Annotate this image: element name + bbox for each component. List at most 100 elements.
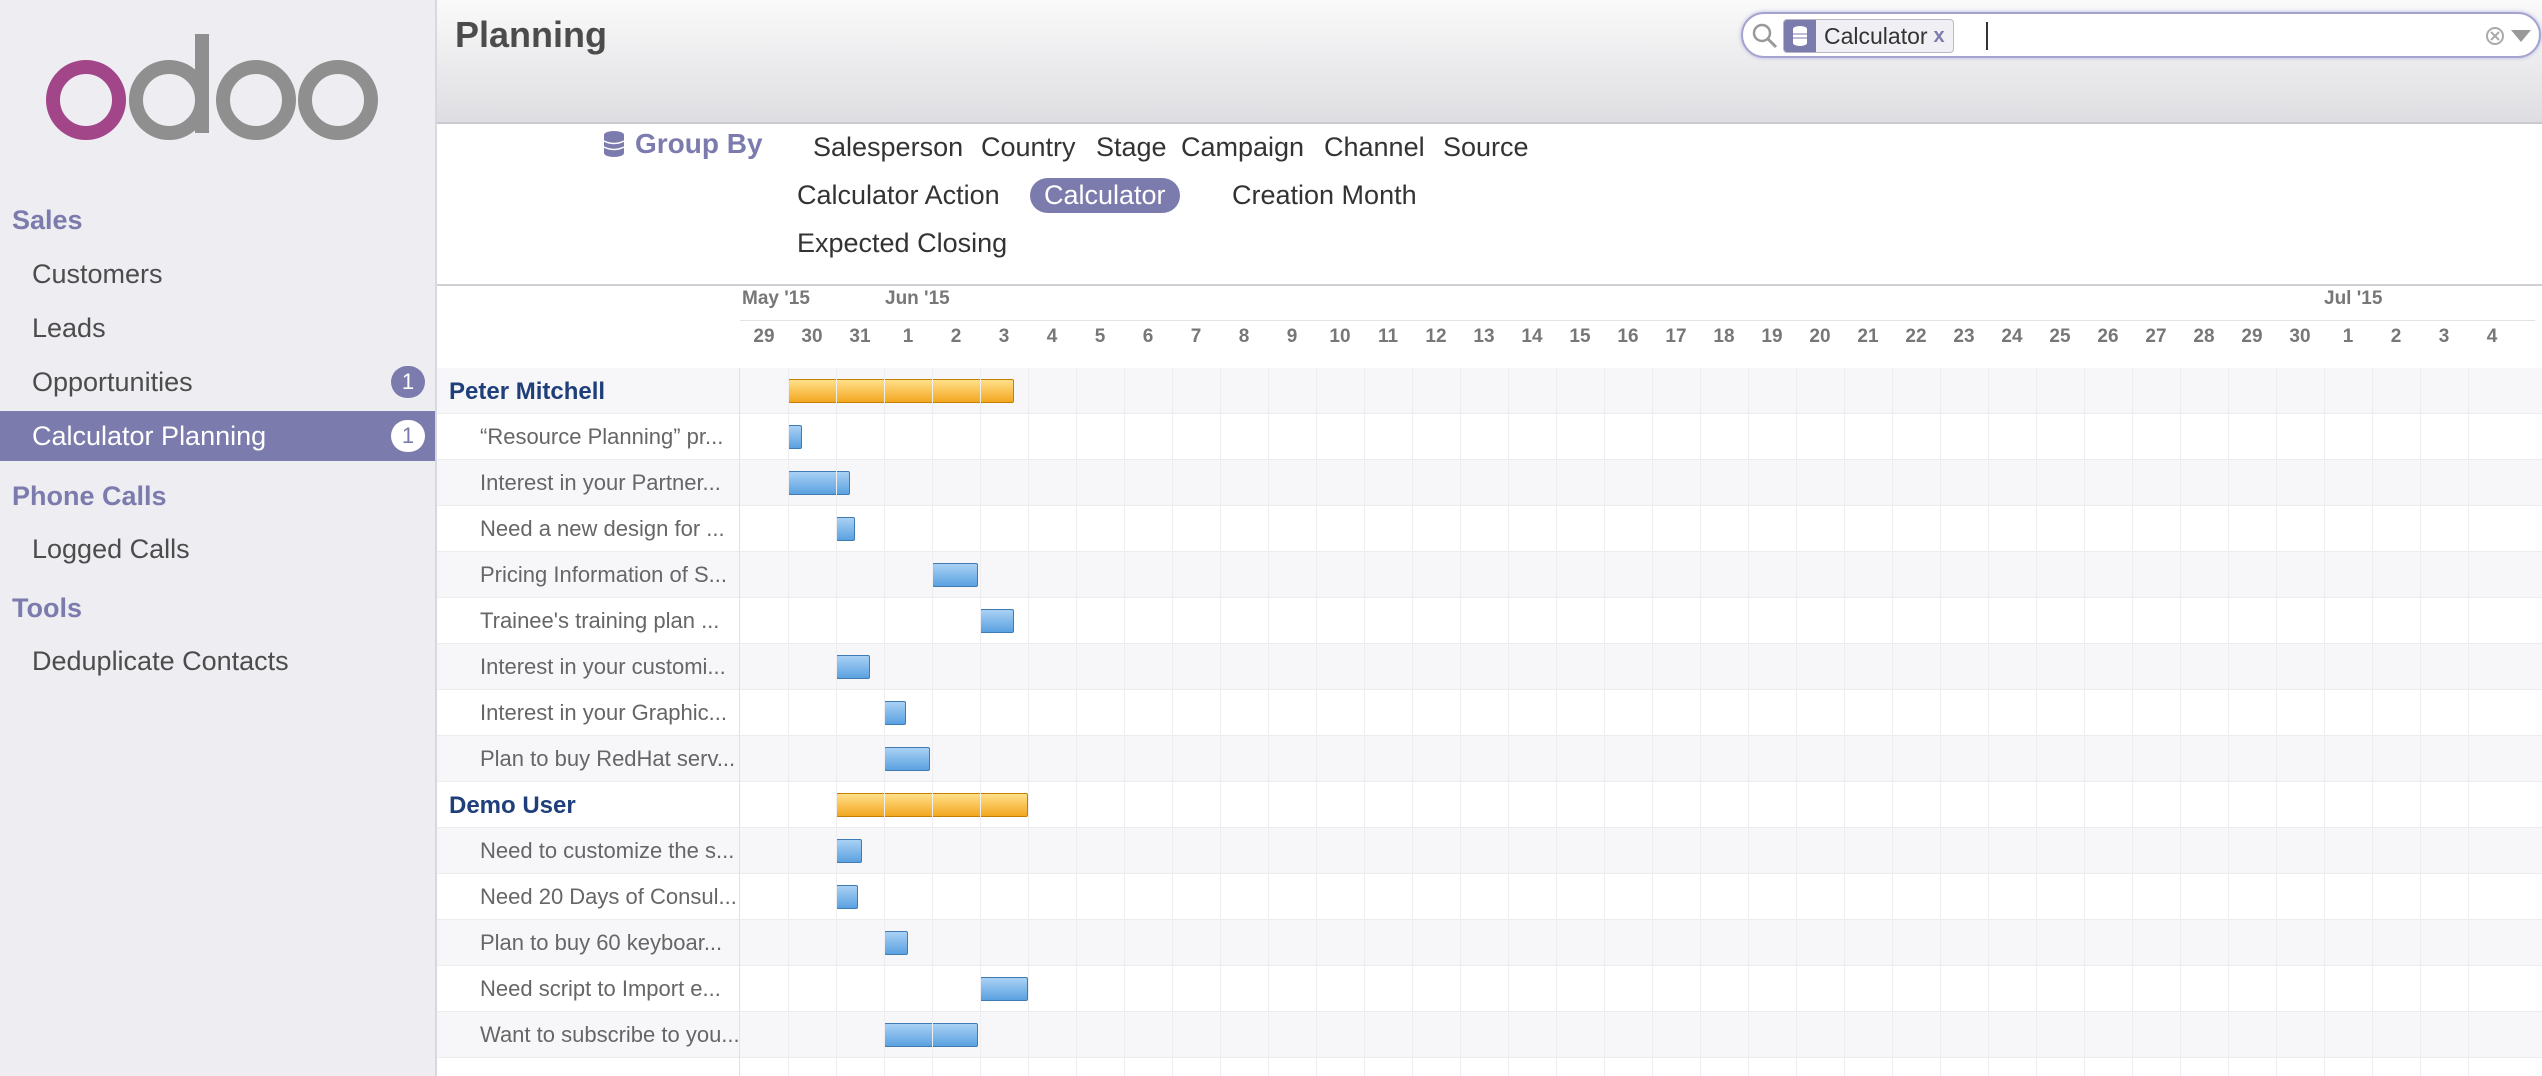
group-by-creation-month[interactable]: Creation Month	[1232, 180, 1417, 211]
grid-line	[2276, 368, 2277, 1076]
group-by-stage[interactable]: Stage	[1096, 132, 1167, 163]
sidebar-item-leads[interactable]: Leads	[0, 303, 435, 353]
gantt-task-row[interactable]: Interest in your Graphic...	[437, 690, 2542, 736]
grid-line	[1556, 368, 1557, 1076]
gantt-task-row[interactable]: Need script to Import e...	[437, 966, 2542, 1012]
sidebar-item-label: Customers	[32, 258, 163, 289]
day-label: 7	[1190, 326, 1202, 347]
group-by-panel: Group By Salesperson Country Stage Campa…	[437, 124, 2542, 286]
gantt-task-row[interactable]: Interest in your Partner...	[437, 460, 2542, 506]
grid-line	[1604, 368, 1605, 1076]
task-bar[interactable]	[788, 471, 851, 495]
sidebar-item-deduplicate-contacts[interactable]: Deduplicate Contacts	[0, 636, 435, 686]
group-label[interactable]: Demo User	[449, 792, 707, 820]
day-label: 4	[1046, 326, 1058, 347]
sidebar-item-logged-calls[interactable]: Logged Calls	[0, 524, 435, 574]
chevron-down-icon[interactable]	[2511, 30, 2531, 42]
gantt-task-row[interactable]: Plan to buy RedHat serv...	[437, 736, 2542, 782]
grid-line	[1748, 368, 1749, 1076]
odoo-logo[interactable]	[46, 34, 386, 149]
group-label[interactable]: Peter Mitchell	[449, 378, 707, 406]
task-label[interactable]: Interest in your Partner...	[480, 470, 738, 496]
day-label: 30	[2289, 326, 2311, 347]
page-title: Planning	[455, 14, 607, 55]
sidebar-section-tools: Tools	[12, 593, 82, 623]
gantt-task-row[interactable]: Trainee's training plan ...	[437, 598, 2542, 644]
search-input[interactable]: Calculator x	[1741, 12, 2541, 58]
task-label[interactable]: Interest in your Graphic...	[480, 700, 738, 726]
grid-line	[1940, 368, 1941, 1076]
day-label: 15	[1569, 326, 1591, 347]
gantt-task-row[interactable]: “Resource Planning” pr...	[437, 414, 2542, 460]
group-by-calculator-action[interactable]: Calculator Action	[797, 180, 1000, 211]
grid-line	[1076, 368, 1077, 1076]
grid-line	[2132, 368, 2133, 1076]
group-by-source[interactable]: Source	[1443, 132, 1529, 163]
task-label[interactable]: Pricing Information of S...	[480, 562, 738, 588]
grid-line	[1028, 368, 1029, 1076]
sidebar-item-customers[interactable]: Customers	[0, 249, 435, 299]
task-bar[interactable]	[932, 563, 978, 587]
gantt-task-row[interactable]: Want to subscribe to you...	[437, 1012, 2542, 1058]
task-bar[interactable]	[980, 977, 1028, 1001]
month-label: Jul '15	[2324, 288, 2383, 309]
day-label: 3	[998, 326, 1010, 347]
group-by-calculator[interactable]: Calculator	[1030, 178, 1180, 213]
group-by-country[interactable]: Country	[981, 132, 1076, 163]
task-bar[interactable]	[884, 747, 930, 771]
sidebar-item-label: Calculator Planning	[32, 420, 267, 451]
group-by-channel[interactable]: Channel	[1324, 132, 1425, 163]
day-label: 2	[2390, 326, 2402, 347]
task-label[interactable]: Need a new design for ...	[480, 516, 738, 542]
facet-remove-button[interactable]: x	[1934, 25, 1953, 48]
sidebar-section-phone-calls: Phone Calls	[12, 481, 167, 511]
task-bar[interactable]	[884, 1023, 978, 1047]
gantt-task-row[interactable]: Pricing Information of S...	[437, 552, 2542, 598]
task-label[interactable]: Need script to Import e...	[480, 976, 738, 1002]
gantt-group-row[interactable]: Demo User	[437, 782, 2542, 828]
grid-line	[1268, 368, 1269, 1076]
grid-line	[1364, 368, 1365, 1076]
task-bar[interactable]	[980, 609, 1014, 633]
grid-line	[2372, 368, 2373, 1076]
task-label[interactable]: Trainee's training plan ...	[480, 608, 738, 634]
group-by-salesperson[interactable]: Salesperson	[813, 132, 963, 163]
month-label: Jun '15	[885, 288, 950, 309]
day-label: 2	[950, 326, 962, 347]
sidebar-item-label: Deduplicate Contacts	[32, 645, 289, 676]
sidebar-item-opportunities[interactable]: Opportunities 1	[0, 357, 435, 407]
facet-value: Calculator	[1824, 22, 1928, 49]
task-label[interactable]: Plan to buy RedHat serv...	[480, 746, 738, 772]
task-label[interactable]: Interest in your customi...	[480, 654, 738, 680]
gantt-task-row[interactable]: Need a new design for ...	[437, 506, 2542, 552]
task-label[interactable]: Need 20 Days of Consul...	[480, 884, 738, 910]
task-bar[interactable]	[788, 425, 803, 449]
task-bar[interactable]	[836, 655, 870, 679]
task-label[interactable]: Plan to buy 60 keyboar...	[480, 930, 738, 956]
task-label[interactable]: “Resource Planning” pr...	[480, 424, 738, 450]
day-label: 29	[753, 326, 775, 347]
day-label: 3	[2438, 326, 2450, 347]
sidebar-item-label: Leads	[32, 312, 106, 343]
group-by-expected-closing[interactable]: Expected Closing	[797, 228, 1007, 259]
task-label[interactable]: Need to customize the s...	[480, 838, 738, 864]
gantt-task-row[interactable]: Plan to buy 60 keyboar...	[437, 920, 2542, 966]
day-label: 25	[2049, 326, 2071, 347]
gantt-task-row[interactable]: Need to customize the s...	[437, 828, 2542, 874]
group-by-campaign[interactable]: Campaign	[1181, 132, 1304, 163]
task-bar[interactable]	[884, 931, 908, 955]
task-bar[interactable]	[836, 517, 856, 541]
day-label: 24	[2001, 326, 2023, 347]
sidebar-item-calculator-planning[interactable]: Calculator Planning 1	[0, 411, 435, 461]
gantt-task-row[interactable]: Need 20 Days of Consul...	[437, 874, 2542, 920]
gantt-group-row[interactable]: Peter Mitchell	[437, 368, 2542, 414]
task-label[interactable]: Want to subscribe to you...	[480, 1022, 738, 1048]
day-label: 27	[2145, 326, 2167, 347]
clear-search-icon[interactable]	[2485, 26, 2505, 46]
task-bar[interactable]	[836, 885, 858, 909]
task-bar[interactable]	[884, 701, 906, 725]
gantt-task-row[interactable]: Interest in your customi...	[437, 644, 2542, 690]
task-bar[interactable]	[836, 839, 863, 863]
search-icon[interactable]	[1751, 22, 1779, 50]
grid-line	[836, 368, 837, 1076]
